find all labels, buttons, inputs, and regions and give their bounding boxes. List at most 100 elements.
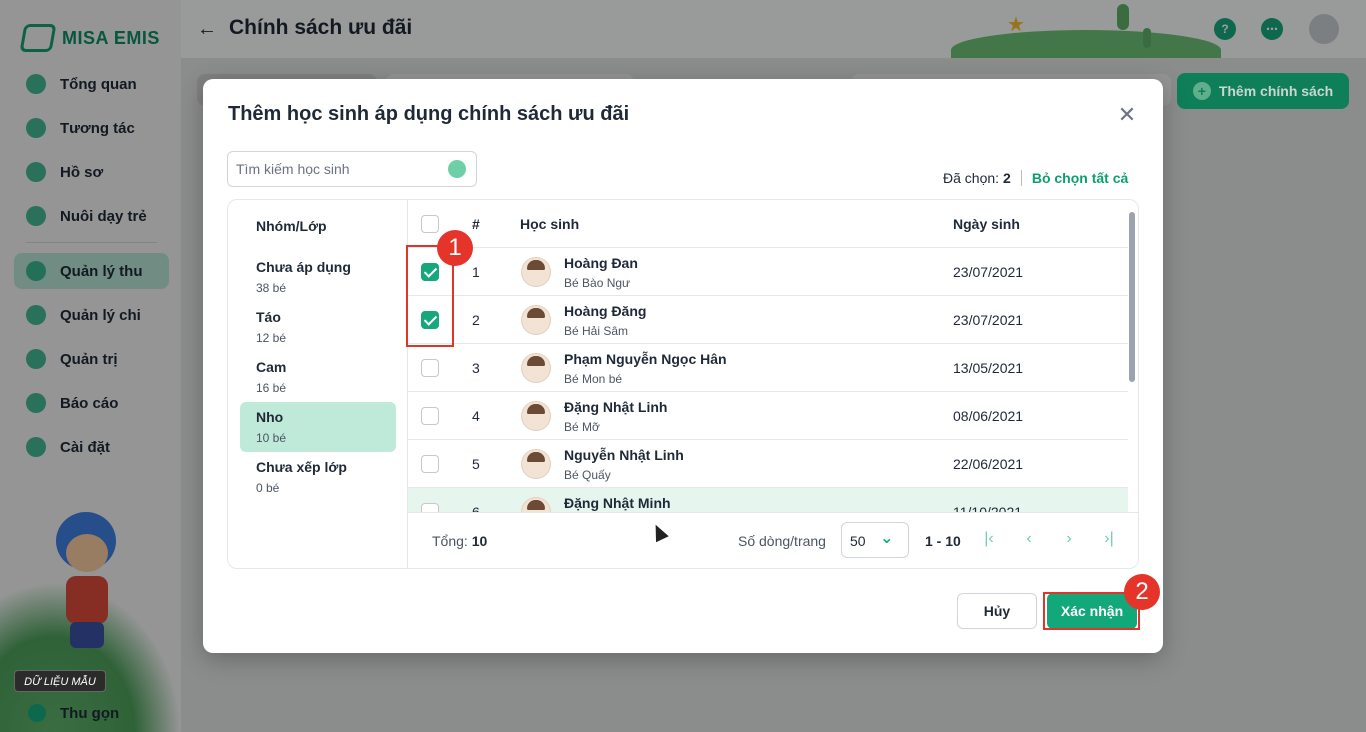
table-row[interactable]: 2 Hoàng Đăng Bé Hải Sâm 23/07/2021 bbox=[408, 296, 1128, 344]
column-header-dob[interactable]: Ngày sinh bbox=[953, 216, 1020, 232]
sidebar-item-tuong-tac[interactable]: Tương tác bbox=[14, 110, 169, 146]
sidebar-item-label: Cài đặt bbox=[60, 438, 111, 456]
add-policy-button[interactable]: + Thêm chính sách bbox=[1177, 73, 1349, 109]
search-icon[interactable] bbox=[448, 160, 466, 178]
star-icon: ★ bbox=[1007, 14, 1025, 36]
previous-page-icon[interactable]: ‹ bbox=[1017, 527, 1041, 551]
group-count: 16 bé bbox=[256, 381, 287, 395]
rows-per-page-select[interactable]: 50 ⌄ bbox=[841, 522, 909, 558]
help-icon[interactable]: ? bbox=[1214, 18, 1236, 40]
sidebar-item-cai-dat[interactable]: Cài đặt bbox=[14, 429, 169, 465]
row-checkbox[interactable] bbox=[421, 407, 439, 425]
row-index: 5 bbox=[472, 456, 480, 472]
selected-label: Đã chọn: bbox=[943, 170, 1000, 186]
sample-data-badge: DỮ LIỆU MẪU bbox=[14, 670, 106, 692]
total-label: Tổng: bbox=[432, 533, 468, 549]
student-dob: 22/06/2021 bbox=[953, 456, 1024, 472]
back-arrow-icon[interactable]: ← bbox=[197, 18, 217, 41]
sidebar-item-tong-quan[interactable]: Tổng quan bbox=[14, 66, 169, 102]
table-row[interactable]: 6 Đặng Nhật Minh 11/10/2021 bbox=[408, 488, 1128, 512]
table-row[interactable]: 5 Nguyễn Nhật Linh Bé Quấy 22/06/2021 bbox=[408, 440, 1128, 488]
dialog-title: Thêm học sinh áp dụng chính sách ưu đãi bbox=[228, 103, 630, 125]
separator bbox=[1020, 170, 1022, 186]
student-nickname: Bé Quấy bbox=[564, 468, 611, 482]
student-dob: 08/06/2021 bbox=[953, 408, 1024, 424]
rows-per-page-label: Số dòng/trang bbox=[738, 533, 826, 549]
bar-chart-icon bbox=[26, 393, 46, 413]
group-count: 0 bé bbox=[256, 481, 280, 495]
more-options-icon[interactable]: ⋯ bbox=[1261, 18, 1283, 40]
page-header: ← Chính sách ưu đãi ★ ? ⋯ bbox=[181, 0, 1366, 70]
student-avatar bbox=[521, 305, 551, 335]
sidebar-item-label: Hồ sơ bbox=[60, 163, 104, 181]
search-input[interactable] bbox=[236, 152, 436, 186]
next-page-icon[interactable]: › bbox=[1057, 527, 1081, 551]
group-name: Chưa xếp lớp bbox=[256, 459, 347, 475]
student-name: Đặng Nhật Linh bbox=[564, 399, 668, 415]
table-footer: Tổng: 10 Số dòng/trang 50 ⌄ 1 - 10 |‹ ‹ … bbox=[408, 512, 1138, 568]
group-item-chua-xep-lop[interactable]: Chưa xếp lớp 0 bé bbox=[240, 452, 396, 502]
nav-divider bbox=[26, 242, 157, 243]
user-avatar[interactable] bbox=[1309, 14, 1339, 44]
search-box bbox=[227, 151, 477, 187]
sidebar-item-quan-ly-chi[interactable]: Quản lý chi bbox=[14, 297, 169, 333]
group-item-cam[interactable]: Cam 16 bé bbox=[240, 352, 396, 402]
last-page-icon[interactable]: ›| bbox=[1097, 527, 1121, 551]
row-index: 6 bbox=[472, 504, 480, 512]
row-checkbox[interactable] bbox=[421, 455, 439, 473]
row-checkbox[interactable] bbox=[421, 359, 439, 377]
pie-chart-icon bbox=[26, 74, 46, 94]
total-value: 10 bbox=[471, 533, 488, 549]
table-row[interactable]: 4 Đặng Nhật Linh Bé Mỡ 08/06/2021 bbox=[408, 392, 1128, 440]
collapse-icon bbox=[28, 704, 46, 722]
student-dob: 11/10/2021 bbox=[953, 504, 1023, 512]
student-name: Đặng Nhật Minh bbox=[564, 495, 671, 511]
student-avatar bbox=[521, 257, 551, 287]
table-row[interactable]: 1 Hoàng Đan Bé Bào Ngư 23/07/2021 bbox=[408, 248, 1128, 296]
plus-icon: + bbox=[1192, 82, 1211, 100]
row-checkbox[interactable] bbox=[421, 503, 439, 512]
group-item-tao[interactable]: Táo 12 bé bbox=[240, 302, 396, 352]
row-index: 2 bbox=[472, 312, 480, 328]
first-page-icon[interactable]: |‹ bbox=[977, 527, 1001, 551]
app-logo[interactable]: MISA EMIS bbox=[19, 24, 160, 52]
sidebar-item-label: Quản lý thu bbox=[60, 262, 143, 280]
gear-icon bbox=[26, 437, 46, 457]
student-name: Hoàng Đăng bbox=[564, 303, 647, 319]
row-index: 3 bbox=[472, 360, 480, 376]
group-name: Chưa áp dụng bbox=[256, 259, 351, 275]
group-name: Táo bbox=[256, 309, 281, 325]
page-title: Chính sách ưu đãi bbox=[229, 16, 413, 39]
cancel-button[interactable]: Hủy bbox=[957, 593, 1037, 629]
group-count: 12 bé bbox=[256, 331, 287, 345]
sidebar-item-label: Tương tác bbox=[60, 119, 135, 137]
close-icon[interactable]: ✕ bbox=[1115, 103, 1139, 127]
sidebar-item-label: Quản lý chi bbox=[60, 306, 141, 324]
student-avatar bbox=[521, 449, 551, 479]
student-name: Phạm Nguyễn Ngọc Hân bbox=[564, 351, 727, 367]
group-item-chua-ap-dung[interactable]: Chưa áp dụng 38 bé bbox=[240, 252, 396, 302]
deselect-all-link[interactable]: Bỏ chọn tất cả bbox=[1032, 170, 1128, 186]
select-all-checkbox[interactable] bbox=[421, 215, 439, 233]
column-header-student[interactable]: Học sinh bbox=[520, 216, 579, 232]
sidebar-item-quan-tri[interactable]: Quản trị bbox=[14, 341, 169, 377]
row-index: 1 bbox=[472, 264, 480, 280]
group-name: Cam bbox=[256, 359, 287, 375]
group-name: Nho bbox=[256, 409, 284, 425]
briefcase-icon bbox=[26, 349, 46, 369]
group-item-nho[interactable]: Nho 10 bé bbox=[240, 402, 396, 452]
sidebar-item-label: Báo cáo bbox=[60, 394, 119, 412]
collapse-sidebar-button[interactable]: Thu gọn bbox=[28, 704, 119, 722]
table-scrollbar[interactable] bbox=[1128, 208, 1136, 512]
scroll-thumb[interactable] bbox=[1129, 212, 1135, 382]
chevron-down-icon: ⌄ bbox=[880, 530, 894, 547]
wallet-icon bbox=[26, 305, 46, 325]
table-row[interactable]: 3 Phạm Nguyễn Ngọc Hân Bé Mon bé 13/05/2… bbox=[408, 344, 1128, 392]
student-dob: 13/05/2021 bbox=[953, 360, 1024, 376]
sidebar-item-ho-so[interactable]: Hồ sơ bbox=[14, 154, 169, 190]
sidebar-item-bao-cao[interactable]: Báo cáo bbox=[14, 385, 169, 421]
paper-plane-icon bbox=[26, 118, 46, 138]
sidebar-item-quan-ly-thu[interactable]: Quản lý thu bbox=[14, 253, 169, 289]
add-students-dialog: Thêm học sinh áp dụng chính sách ưu đãi … bbox=[203, 79, 1163, 653]
sidebar-item-nuoi-day-tre[interactable]: Nuôi dạy trẻ bbox=[14, 198, 169, 234]
